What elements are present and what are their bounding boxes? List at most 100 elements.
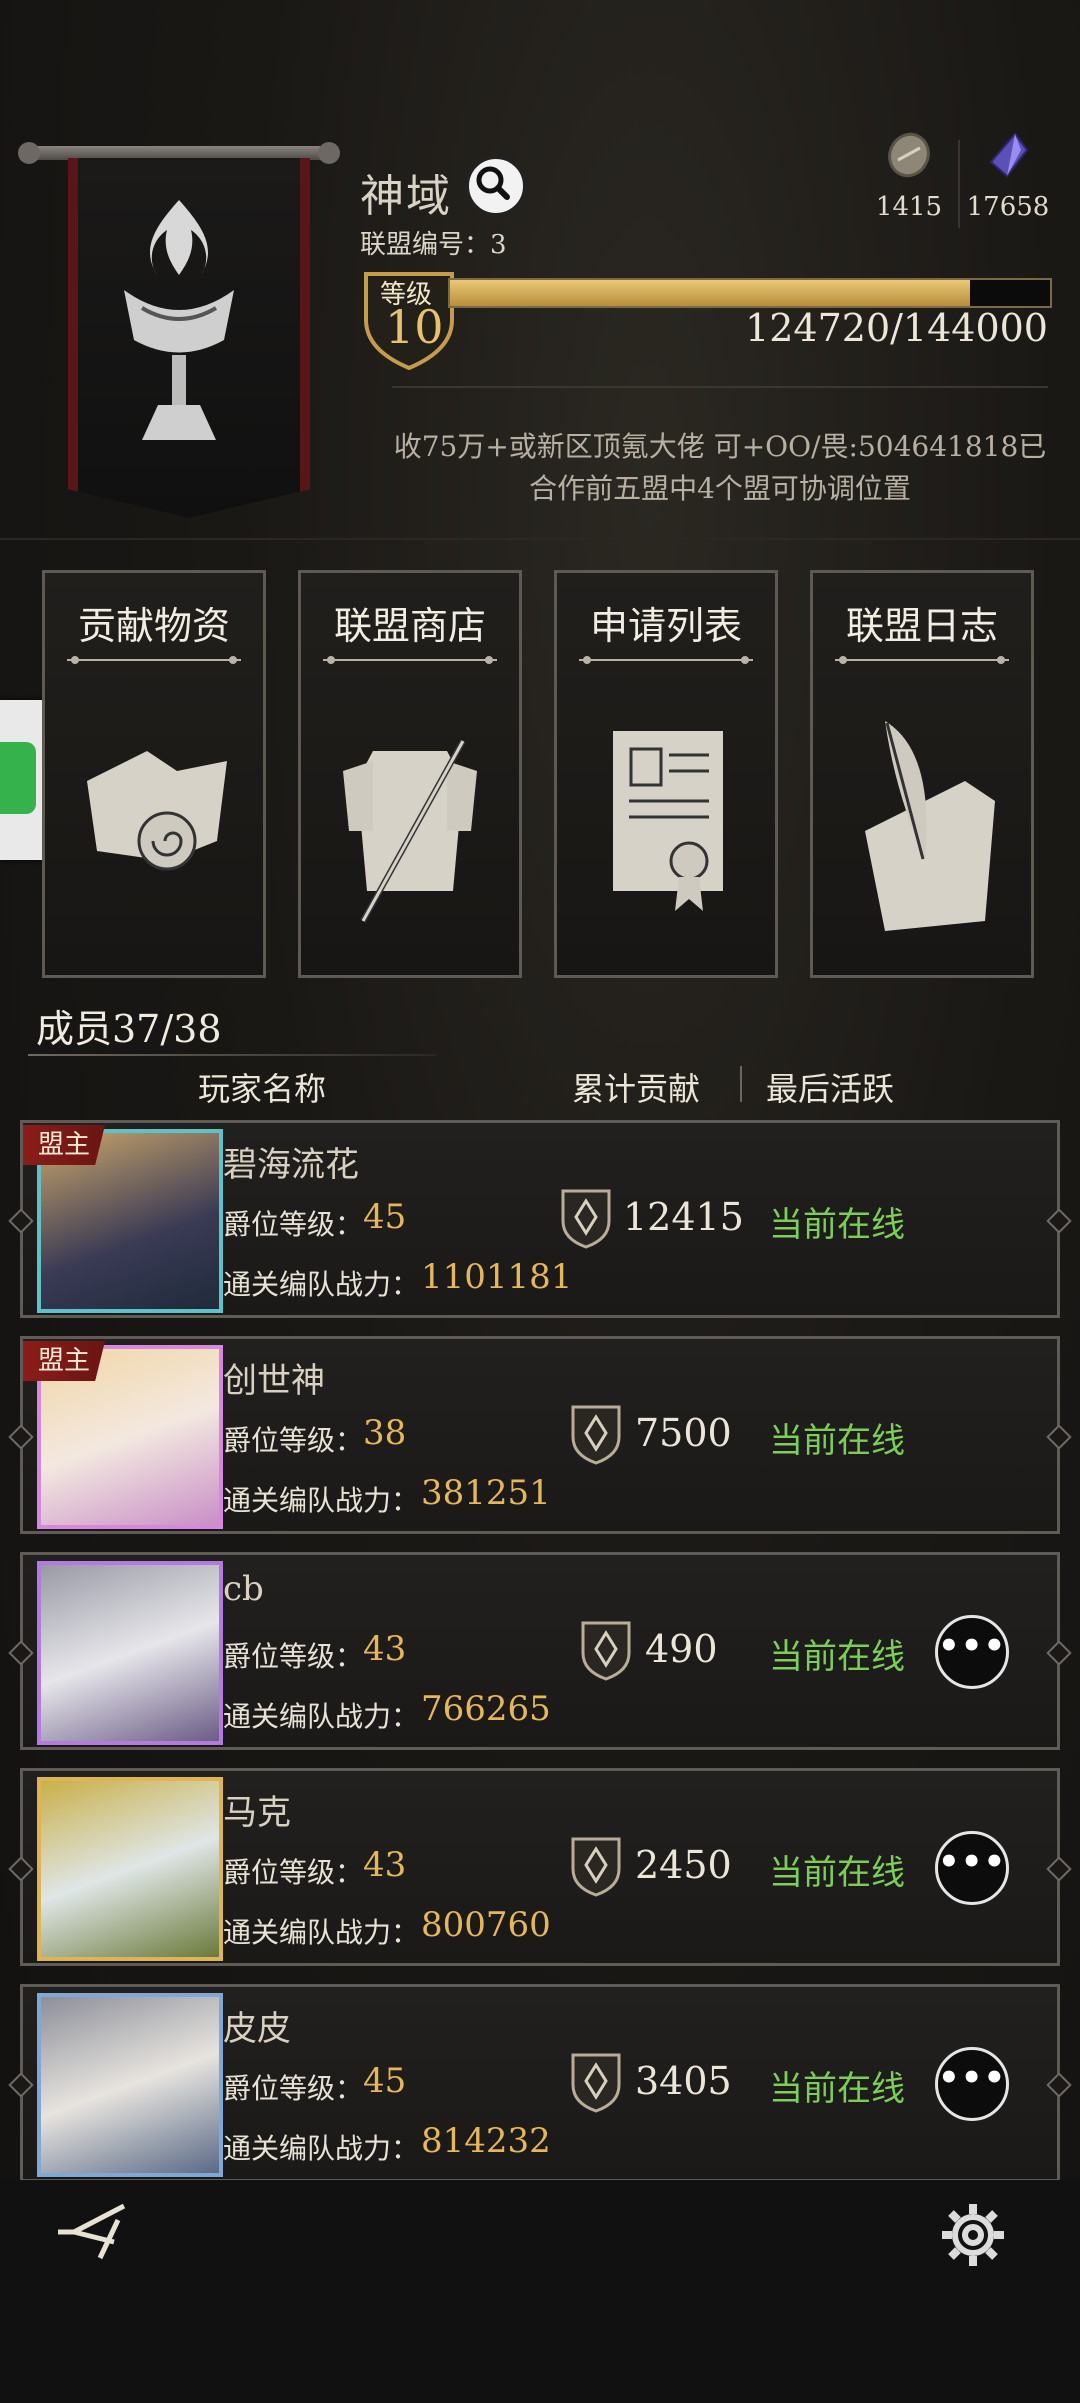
row-ornament-left <box>8 1424 34 1450</box>
exp-progress-bar <box>448 278 1052 308</box>
rank-value: 43 <box>363 1629 407 1669</box>
power-value: 1101181 <box>421 1257 573 1297</box>
coin-count: 1415 <box>875 192 943 222</box>
row-ornament-right <box>1046 1640 1072 1666</box>
guild-id: 联盟编号：3 <box>360 230 507 260</box>
column-header-last-active: 最后活跃 <box>766 1070 895 1108</box>
player-name: 皮皮 <box>223 2009 291 2049</box>
leader-badge: 盟主 <box>23 1341 105 1381</box>
rank-label: 爵位等级： <box>223 1424 364 1457</box>
card-title: 联盟商店 <box>333 604 486 648</box>
online-status: 当前在线 <box>769 1637 905 1677</box>
resource-coin: 1415 <box>872 132 946 222</box>
members-title-underline <box>28 1054 436 1056</box>
bottom-bar <box>0 2180 1080 2403</box>
row-ornament-left <box>8 1640 34 1666</box>
chalice-flame-emblem-icon <box>124 200 234 440</box>
leader-badge: 盟主 <box>23 1125 105 1165</box>
resource-crystal: 17658 <box>966 132 1050 222</box>
ornament-divider-icon <box>835 656 1009 664</box>
quill-log-icon <box>865 721 995 931</box>
card-title: 联盟日志 <box>845 604 998 648</box>
player-name: cb <box>223 1569 264 1609</box>
row-ornament-right <box>1046 1208 1072 1234</box>
armor-shop-icon <box>343 739 477 923</box>
column-header-divider <box>740 1066 742 1102</box>
row-ornament-left <box>8 1208 34 1234</box>
row-ornament-right <box>1046 2072 1072 2098</box>
exp-text: 124720/144000 <box>745 306 1048 350</box>
crystal-icon <box>989 132 1029 178</box>
contribution-emblem-icon <box>571 2053 621 2113</box>
member-row[interactable]: 马克 爵位等级： 43 通关编队战力： 800760 2450 当前在线 ••• <box>8 1768 1072 1966</box>
supplies-icon <box>87 751 227 871</box>
rank-value: 38 <box>363 1413 407 1453</box>
row-ornament-left <box>8 2072 34 2098</box>
ornament-divider-icon <box>323 656 497 664</box>
notice-divider <box>0 538 1080 540</box>
power-label: 通关编队战力： <box>223 1700 420 1733</box>
banner-rod-cap-right <box>318 142 340 164</box>
contribution-emblem-icon <box>571 1837 621 1897</box>
row-ornament-left <box>8 1856 34 1882</box>
notice-line-1: 收75万+或新区顶氪大佬 可+OO/畏:504641818已 <box>393 430 1047 463</box>
level-value: 10 <box>385 300 444 354</box>
more-options-button[interactable]: ••• <box>935 1831 1009 1905</box>
header-divider <box>392 386 1048 388</box>
contribution-value: 3405 <box>635 2059 732 2103</box>
player-name: 马克 <box>223 1793 291 1833</box>
online-status: 当前在线 <box>769 2069 905 2109</box>
contribution-value: 490 <box>645 1627 718 1671</box>
ornament-divider-icon <box>579 656 753 664</box>
member-row[interactable]: 皮皮 爵位等级： 45 通关编队战力： 814232 3405 当前在线 ••• <box>8 1984 1072 2182</box>
power-label: 通关编队战力： <box>223 1916 420 1949</box>
banner-rod-cap-left <box>18 142 40 164</box>
avatar[interactable] <box>37 1777 223 1961</box>
row-ornament-right <box>1046 1856 1072 1882</box>
power-label: 通关编队战力： <box>223 1268 420 1301</box>
contribution-value: 7500 <box>635 1411 732 1455</box>
crystal-count: 17658 <box>966 192 1050 222</box>
contribute-supplies-card[interactable]: 贡献物资 <box>42 570 266 978</box>
member-row[interactable]: cb 爵位等级： 43 通关编队战力： 766265 490 当前在线 ••• <box>8 1552 1072 1750</box>
power-label: 通关编队战力： <box>223 2132 420 2165</box>
player-name: 创世神 <box>223 1361 325 1401</box>
contribution-emblem-icon <box>581 1621 631 1681</box>
avatar[interactable] <box>37 1561 223 1745</box>
resource-divider <box>958 140 960 228</box>
members-count-title: 成员37/38 <box>36 1007 222 1051</box>
member-row[interactable]: 盟主 碧海流花 爵位等级： 45 通关编队战力： 1101181 12415 当… <box>8 1120 1072 1318</box>
guild-log-card[interactable]: 联盟日志 <box>810 570 1034 978</box>
power-value: 766265 <box>421 1689 551 1729</box>
more-options-button[interactable]: ••• <box>935 1615 1009 1689</box>
card-title: 申请列表 <box>589 604 742 648</box>
rank-label: 爵位等级： <box>223 1640 364 1673</box>
power-value: 381251 <box>421 1473 551 1513</box>
rank-label: 爵位等级： <box>223 1856 364 1889</box>
rank-value: 45 <box>363 2061 407 2101</box>
row-ornament-right <box>1046 1424 1072 1450</box>
application-scroll-icon <box>613 731 723 911</box>
column-header-contribution: 累计贡献 <box>572 1070 701 1108</box>
member-row[interactable]: 盟主 创世神 爵位等级： 38 通关编队战力： 381251 7500 当前在线 <box>8 1336 1072 1534</box>
contribution-value: 2450 <box>635 1843 732 1887</box>
application-list-card[interactable]: 申请列表 <box>554 570 778 978</box>
more-options-button[interactable]: ••• <box>935 2047 1009 2121</box>
power-label: 通关编队战力： <box>223 1484 420 1517</box>
rank-value: 43 <box>363 1845 407 1885</box>
avatar[interactable] <box>37 1993 223 2177</box>
settings-gear-icon[interactable] <box>938 2200 1008 2270</box>
ornament-divider-icon <box>67 656 241 664</box>
guild-name: 神域 <box>360 171 452 222</box>
notice-line-2: 合作前五盟中4个盟可协调位置 <box>529 472 911 505</box>
search-button[interactable] <box>466 156 526 216</box>
guild-shop-card[interactable]: 联盟商店 <box>298 570 522 978</box>
online-status: 当前在线 <box>769 1205 905 1245</box>
column-header-name: 玩家名称 <box>198 1070 327 1108</box>
search-icon <box>476 166 510 200</box>
banner-rod <box>28 146 330 160</box>
power-value: 800760 <box>421 1905 551 1945</box>
power-value: 814232 <box>421 2121 551 2161</box>
back-icon[interactable] <box>54 2200 140 2264</box>
coin-icon <box>888 132 930 178</box>
